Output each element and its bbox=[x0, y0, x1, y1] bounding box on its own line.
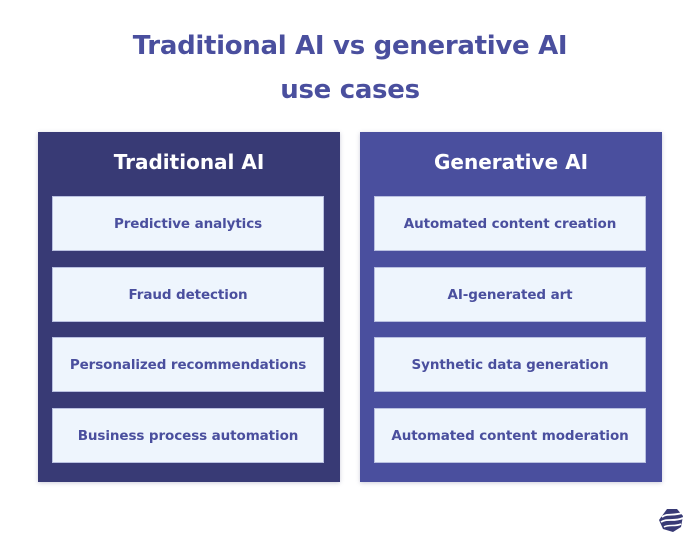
generative-ai-panel: Generative AI Automated content creation… bbox=[360, 132, 662, 482]
brand-logo-icon bbox=[658, 507, 684, 533]
use-case-card: Personalized recommendations bbox=[52, 337, 324, 392]
title-line-1: Traditional AI vs generative AI bbox=[132, 31, 568, 61]
traditional-ai-panel: Traditional AI Predictive analytics Frau… bbox=[38, 132, 340, 482]
use-case-card: Fraud detection bbox=[52, 267, 324, 322]
title-line-2: use cases bbox=[280, 75, 420, 105]
page-title: Traditional AI vs generative AI use case… bbox=[0, 24, 700, 112]
generative-ai-heading: Generative AI bbox=[433, 150, 589, 174]
traditional-ai-heading: Traditional AI bbox=[113, 150, 265, 174]
use-case-card: Synthetic data generation bbox=[374, 337, 646, 392]
use-case-card: Automated content creation bbox=[374, 196, 646, 251]
use-case-card: Automated content moderation bbox=[374, 408, 646, 463]
use-case-card: Predictive analytics bbox=[52, 196, 324, 251]
use-case-card: Business process automation bbox=[52, 408, 324, 463]
use-case-card: AI-generated art bbox=[374, 267, 646, 322]
